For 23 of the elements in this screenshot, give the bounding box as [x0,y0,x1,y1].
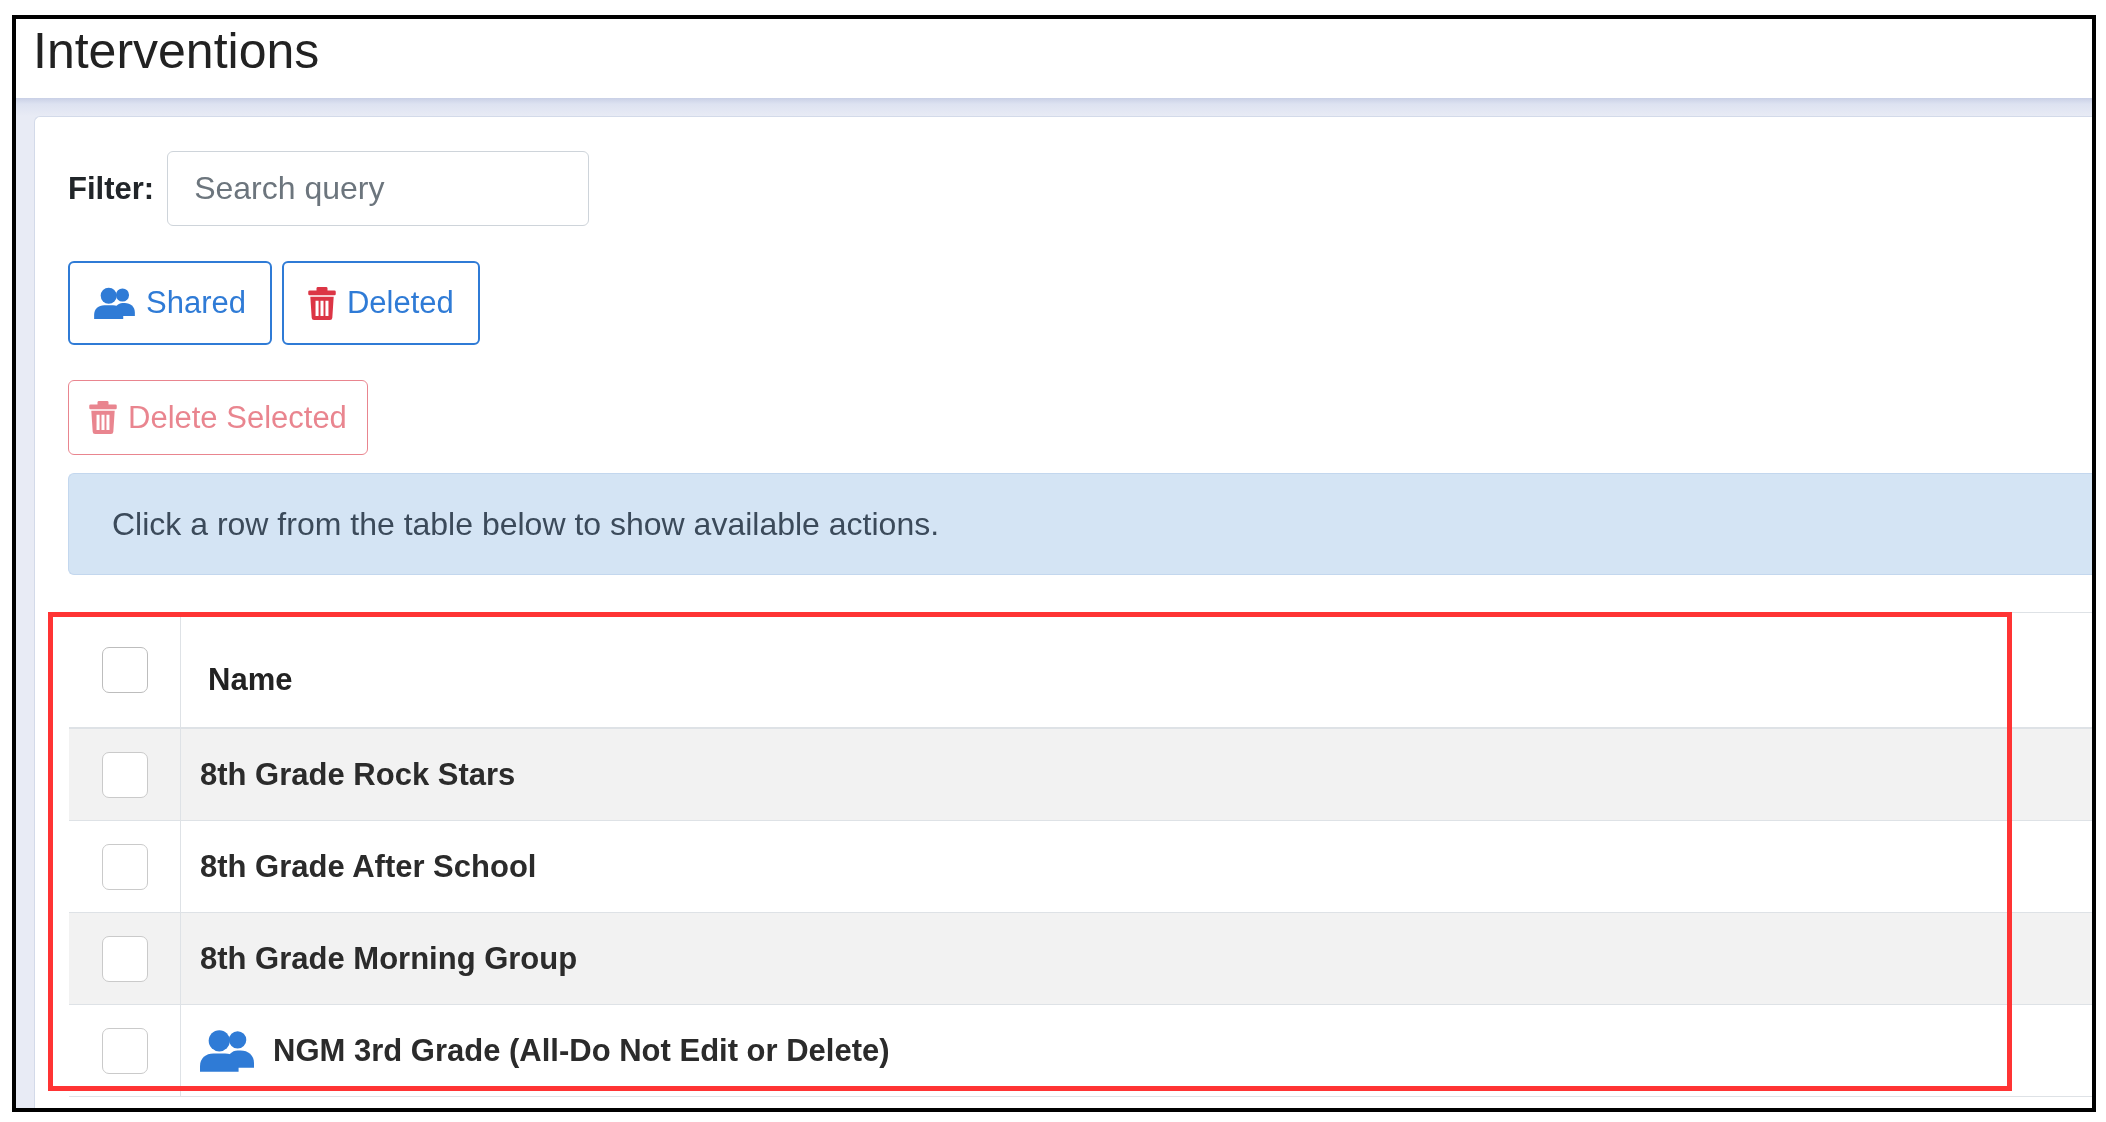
row-checkbox[interactable] [101,751,148,798]
table-row[interactable]: 8th Grade After School [69,821,2092,913]
filter-label: Filter: [68,170,155,207]
search-field[interactable]: Search query [167,151,590,226]
trash-icon [89,401,117,434]
row-checkbox[interactable] [101,843,148,890]
shared-button[interactable]: Shared [68,261,272,345]
intervention-name: 8th Grade After School [200,848,537,885]
people-icon [94,287,135,319]
row-checkbox[interactable] [101,1027,148,1074]
row-checkbox[interactable] [101,935,148,982]
intervention-name: 8th Grade Morning Group [200,940,578,977]
trash-icon [307,286,336,320]
table-row[interactable]: 8th Grade Rock Stars [69,729,2092,821]
column-header: Name [208,662,293,698]
info-alert: Click a row from the table below to show available actions. [68,473,2092,575]
page-title: Interventions [33,22,320,81]
table-row[interactable]: 8th Grade Morning Group [69,913,2092,1005]
intervention-name: 8th Grade Rock Stars [200,756,516,793]
select-all-checkbox[interactable] [101,647,148,693]
deleted-button[interactable]: Deleted [281,261,480,345]
intervention-name: NGM 3rd Grade (All-Do Not Edit or Delete) [273,1032,890,1069]
table-row[interactable]: NGM 3rd Grade (All-Do Not Edit or Delete) [69,1005,2092,1097]
